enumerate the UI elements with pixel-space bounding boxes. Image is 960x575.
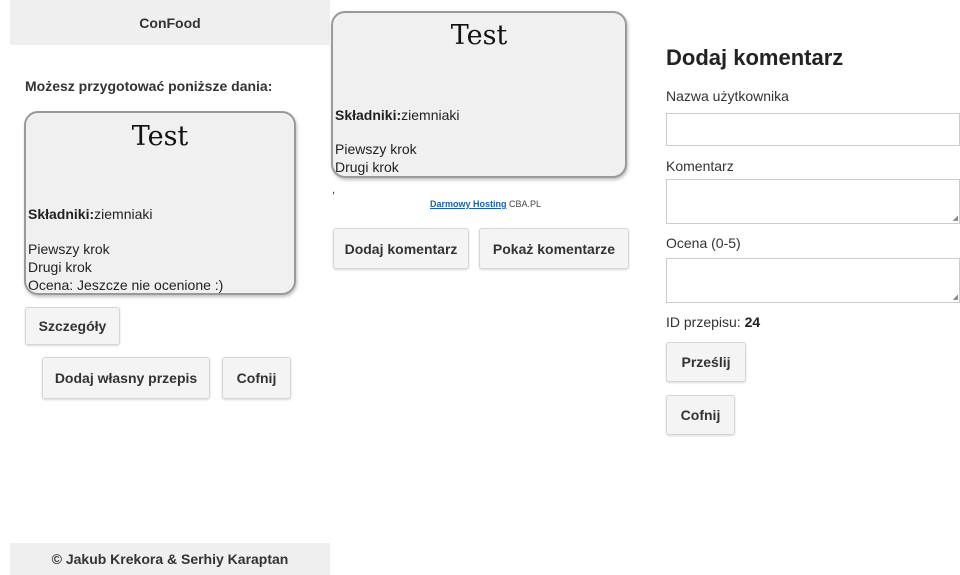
hosting-banner: Darmowy Hosting CBA.PL xyxy=(430,199,541,209)
step-1: Piewszy krok xyxy=(28,241,110,257)
recipe-id-label: ID przepisu: xyxy=(666,314,745,330)
ingredients-line: Składniki:ziemniaki xyxy=(28,206,153,222)
recipe-card[interactable]: Test Składniki:ziemniaki Piewszy krok Dr… xyxy=(24,111,296,295)
recipe-card: Test Składniki:ziemniaki Piewszy krok Dr… xyxy=(331,11,627,178)
hosting-link[interactable]: Darmowy Hosting xyxy=(430,199,507,209)
resize-handle-icon[interactable]: ◢ xyxy=(953,294,958,301)
step-1: Piewszy krok xyxy=(335,141,417,157)
app-title: ConFood xyxy=(139,14,201,31)
username-label: Nazwa użytkownika xyxy=(666,88,789,104)
recipe-title: Test xyxy=(450,20,508,51)
add-comment-button[interactable]: Dodaj komentarz xyxy=(333,228,469,269)
add-comment-screen: Dodaj komentarz Nazwa użytkownika Koment… xyxy=(650,0,960,575)
app-header: ConFood xyxy=(10,0,330,45)
rating-textarea[interactable]: ◢ xyxy=(666,258,960,303)
recipe-id-value: 24 xyxy=(744,314,761,330)
ingredients-line: Składniki:ziemniaki xyxy=(335,107,460,123)
back-button[interactable]: Cofnij xyxy=(666,395,735,435)
intro-text: Możesz przygotować poniższe dania: xyxy=(25,78,273,94)
show-comments-button[interactable]: Pokaż komentarze xyxy=(479,228,629,269)
recipe-detail-screen: Test Składniki:ziemniaki Piewszy krok Dr… xyxy=(330,0,650,575)
copyright-text: © Jakub Krekora & Serhiy Karaptan xyxy=(51,551,289,567)
ingredients-value: ziemniaki xyxy=(94,206,153,222)
stray-mark: , xyxy=(332,184,336,196)
details-button[interactable]: Szczegóły xyxy=(25,307,120,345)
ingredients-value: ziemniaki xyxy=(401,107,460,123)
add-recipe-button[interactable]: Dodaj własny przepis xyxy=(42,357,210,399)
back-button[interactable]: Cofnij xyxy=(222,357,291,399)
username-input[interactable] xyxy=(666,113,960,146)
form-title: Dodaj komentarz xyxy=(666,45,844,70)
recipe-title: Test xyxy=(131,121,189,152)
ingredients-label: Składniki: xyxy=(28,206,95,222)
rating-label: Ocena (0-5) xyxy=(666,235,741,251)
hosting-suffix: CBA.PL xyxy=(506,199,542,209)
ingredients-label: Składniki: xyxy=(335,107,402,123)
resize-handle-icon[interactable]: ◢ xyxy=(953,215,958,222)
comment-label: Komentarz xyxy=(666,158,734,174)
recipe-list-screen: ConFood Możesz przygotować poniższe dani… xyxy=(10,0,330,575)
recipe-id: ID przepisu: 24 xyxy=(666,314,760,330)
step-2: Drugi krok xyxy=(28,259,92,275)
app-footer: © Jakub Krekora & Serhiy Karaptan xyxy=(10,543,330,575)
comment-textarea[interactable]: ◢ xyxy=(666,179,960,224)
step-2: Drugi krok xyxy=(335,159,399,175)
rating-text: Ocena: Jeszcze nie ocenione :) xyxy=(28,277,224,293)
submit-button[interactable]: Prześlij xyxy=(666,342,746,382)
